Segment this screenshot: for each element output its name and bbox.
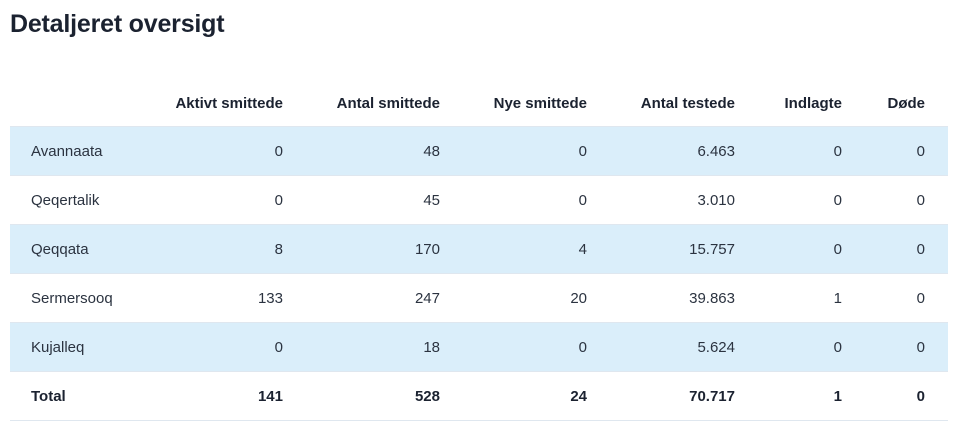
cell-new-infected: 20 — [440, 273, 587, 323]
cell-active-infected: 8 — [151, 224, 283, 274]
total-deaths: 0 — [842, 371, 948, 421]
total-active-infected: 141 — [151, 371, 283, 421]
table-row: Qeqqata 8 170 4 15.757 0 0 — [10, 224, 948, 274]
cell-hospitalized: 0 — [735, 126, 842, 176]
cell-hospitalized: 0 — [735, 175, 842, 225]
cell-deaths: 0 — [842, 126, 948, 176]
cell-active-infected: 133 — [151, 273, 283, 323]
total-tested: 70.717 — [587, 371, 735, 421]
cell-total-infected: 170 — [283, 224, 440, 274]
cell-new-infected: 0 — [440, 322, 587, 372]
column-header-new-infected: Nye smittede — [493, 94, 587, 112]
cell-hospitalized: 0 — [735, 322, 842, 372]
table-row: Qeqertalik 0 45 0 3.010 0 0 — [10, 175, 948, 225]
region-name: Qeqqata — [10, 224, 151, 274]
cell-new-infected: 0 — [440, 126, 587, 176]
column-header-deaths: Døde — [887, 94, 926, 112]
region-name: Avannaata — [10, 126, 151, 176]
cell-tested: 39.863 — [587, 273, 735, 323]
table-row: Avannaata 0 48 0 6.463 0 0 — [10, 126, 948, 176]
cell-deaths: 0 — [842, 322, 948, 372]
cell-total-infected: 45 — [283, 175, 440, 225]
cell-active-infected: 0 — [151, 322, 283, 372]
cell-tested: 5.624 — [587, 322, 735, 372]
cell-tested: 6.463 — [587, 126, 735, 176]
region-name: Qeqertalik — [10, 175, 151, 225]
cell-new-infected: 0 — [440, 175, 587, 225]
cell-tested: 15.757 — [587, 224, 735, 274]
cell-hospitalized: 1 — [735, 273, 842, 323]
column-header-region — [10, 80, 151, 127]
total-hospitalized: 1 — [735, 371, 842, 421]
page-title: Detaljeret oversigt — [10, 10, 225, 38]
cell-tested: 3.010 — [587, 175, 735, 225]
cell-new-infected: 4 — [440, 224, 587, 274]
cell-deaths: 0 — [842, 175, 948, 225]
cell-active-infected: 0 — [151, 126, 283, 176]
cell-total-infected: 18 — [283, 322, 440, 372]
cell-total-infected: 247 — [283, 273, 440, 323]
cell-deaths: 0 — [842, 224, 948, 274]
total-total-infected: 528 — [283, 371, 440, 421]
column-header-tested: Antal testede — [640, 94, 735, 112]
column-header-total-infected: Antal smittede — [336, 94, 440, 112]
table-row: Kujalleq 0 18 0 5.624 0 0 — [10, 322, 948, 372]
cell-deaths: 0 — [842, 273, 948, 323]
region-name: Kujalleq — [10, 322, 151, 372]
cell-hospitalized: 0 — [735, 224, 842, 274]
region-name: Sermersooq — [10, 273, 151, 323]
table-row: Sermersooq 133 247 20 39.863 1 0 — [10, 273, 948, 323]
table-total-row: Total 141 528 24 70.717 1 0 — [10, 371, 948, 421]
table-header-row: Aktivt smittede Antal smittede Nye smitt… — [10, 80, 948, 127]
column-header-active-infected: Aktivt smittede — [175, 94, 283, 112]
total-new-infected: 24 — [440, 371, 587, 421]
cell-active-infected: 0 — [151, 175, 283, 225]
overview-table: Aktivt smittede Antal smittede Nye smitt… — [10, 80, 948, 421]
total-label: Total — [10, 371, 151, 421]
cell-total-infected: 48 — [283, 126, 440, 176]
column-header-hospitalized: Indlagte — [784, 94, 842, 112]
